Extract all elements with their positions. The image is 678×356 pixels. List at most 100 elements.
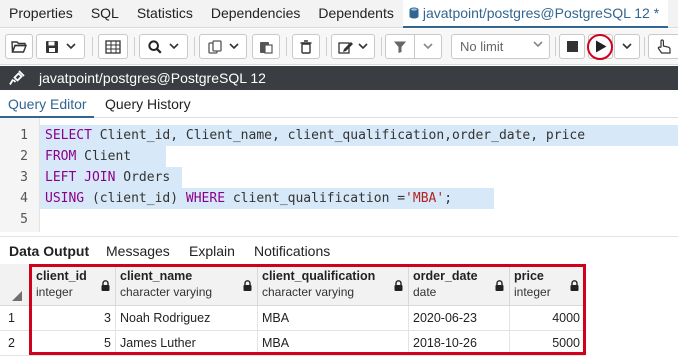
sql-text: client_qualification = bbox=[225, 191, 406, 206]
lock-icon bbox=[243, 280, 252, 291]
edit-button[interactable] bbox=[331, 34, 375, 59]
output-tab-bar: Data Output Messages Explain Notificatio… bbox=[0, 236, 678, 264]
sql-keyword: WHERE bbox=[185, 191, 226, 206]
row-number[interactable]: 2 bbox=[0, 331, 32, 356]
results-grid: client_id integer client_name character var… bbox=[0, 264, 678, 356]
code-line: USING (client_id) WHERE client_qualifica… bbox=[40, 188, 494, 209]
code-line: FROM Client bbox=[40, 146, 166, 167]
sql-text: Client_id, Client_name, client_qualifica… bbox=[91, 128, 586, 143]
row-limit-select[interactable]: No limit bbox=[451, 34, 550, 59]
column-header-order-date[interactable]: order_date date bbox=[409, 264, 510, 306]
chevron-down-icon bbox=[169, 43, 179, 50]
line-number: 2 bbox=[20, 149, 28, 164]
sql-keyword: SELECT bbox=[45, 128, 92, 143]
tab-query-tool-label: javatpoint/postgres@PostgreSQL 12 * bbox=[422, 4, 660, 21]
toolbar-divider bbox=[286, 37, 287, 56]
sql-text: (client_id) bbox=[84, 191, 186, 206]
table-cell-client-qualification[interactable]: MBA bbox=[258, 331, 409, 356]
table-cell-price[interactable]: 4000 bbox=[510, 306, 585, 331]
column-header-client-name[interactable]: client_name character varying bbox=[116, 264, 258, 306]
sql-keyword: USING bbox=[45, 191, 85, 206]
line-number: 4 bbox=[20, 191, 28, 206]
tab-sql[interactable]: SQL bbox=[82, 0, 128, 28]
connection-bar: javatpoint/postgres@PostgreSQL 12 bbox=[0, 66, 678, 90]
table-cell-order-date[interactable]: 2020-06-23 bbox=[409, 306, 510, 331]
column-header-client-qualification[interactable]: client_qualification character varying bbox=[258, 264, 409, 306]
table-cell-client-qualification[interactable]: MBA bbox=[258, 306, 409, 331]
column-name: client_qualification bbox=[262, 269, 376, 283]
filter-dropdown-button[interactable] bbox=[414, 34, 442, 59]
chevron-down-icon bbox=[358, 43, 368, 50]
table-cell-client-name[interactable]: James Luther bbox=[116, 331, 258, 356]
toolbar-divider bbox=[644, 37, 645, 56]
plug-icon bbox=[9, 70, 25, 85]
execute-highlight-ring bbox=[587, 34, 613, 60]
edit-data-button[interactable] bbox=[98, 34, 128, 59]
folder-open-icon bbox=[11, 40, 27, 53]
tab-notifications[interactable]: Notifications bbox=[254, 243, 330, 259]
save-icon bbox=[46, 40, 58, 53]
explain-button[interactable] bbox=[648, 34, 678, 59]
tab-statistics[interactable]: Statistics bbox=[128, 0, 202, 28]
delete-button[interactable] bbox=[292, 34, 320, 59]
line-number: 5 bbox=[20, 212, 28, 227]
tab-query-editor[interactable]: Query Editor bbox=[8, 96, 87, 112]
paste-icon bbox=[260, 41, 273, 54]
tab-explain[interactable]: Explain bbox=[189, 243, 235, 259]
column-header-price[interactable]: price integer bbox=[510, 264, 585, 306]
sql-text: Orders bbox=[115, 170, 171, 185]
save-file-button[interactable] bbox=[36, 34, 85, 59]
table-cell-price[interactable]: 5000 bbox=[510, 331, 585, 356]
database-icon bbox=[409, 7, 419, 18]
tab-dependents[interactable]: Dependents bbox=[309, 0, 403, 28]
row-limit-value: No limit bbox=[460, 39, 504, 54]
toolbar-divider bbox=[134, 37, 135, 56]
lock-icon bbox=[570, 280, 579, 291]
select-all-corner[interactable] bbox=[0, 264, 32, 306]
lock-icon bbox=[394, 280, 403, 291]
table-cell-order-date[interactable]: 2018-10-26 bbox=[409, 331, 510, 356]
copy-button[interactable] bbox=[199, 34, 247, 59]
line-number: 1 bbox=[20, 128, 28, 143]
sql-text: ; bbox=[444, 191, 453, 206]
table-cell-client-id[interactable]: 5 bbox=[32, 331, 116, 356]
column-name: client_name bbox=[120, 269, 193, 283]
paste-button[interactable] bbox=[252, 34, 280, 59]
toolbar-divider bbox=[92, 37, 93, 56]
sql-editor[interactable]: 1 2 3 4 5 SELECT Client_id, Client_name,… bbox=[0, 118, 678, 232]
tab-query-tool[interactable]: javatpoint/postgres@PostgreSQL 12 * bbox=[402, 0, 669, 28]
sql-text: Client bbox=[76, 149, 132, 164]
row-number[interactable]: 1 bbox=[0, 306, 32, 331]
sql-keyword: FROM bbox=[45, 149, 77, 164]
toolbar-divider bbox=[194, 37, 195, 56]
chevron-down-icon bbox=[622, 43, 632, 50]
chevron-down-icon bbox=[423, 43, 433, 50]
column-header-client-id[interactable]: client_id integer bbox=[32, 264, 116, 306]
filter-icon bbox=[394, 41, 406, 53]
tab-properties[interactable]: Properties bbox=[0, 0, 82, 28]
trash-icon bbox=[300, 39, 312, 54]
cancel-query-button[interactable] bbox=[559, 34, 585, 59]
open-file-button[interactable] bbox=[5, 34, 33, 59]
filter-button[interactable] bbox=[385, 34, 414, 59]
table-cell-client-name[interactable]: Noah Rodriguez bbox=[116, 306, 258, 331]
find-button[interactable] bbox=[139, 34, 188, 59]
stop-icon bbox=[566, 41, 578, 52]
toolbar-divider bbox=[326, 37, 327, 56]
query-toolbar: No limit bbox=[0, 29, 678, 65]
tab-dependencies[interactable]: Dependencies bbox=[202, 0, 310, 28]
table-cell-client-id[interactable]: 3 bbox=[32, 306, 116, 331]
column-type: character varying bbox=[262, 285, 355, 299]
toolbar-divider bbox=[555, 37, 556, 56]
chevron-down-icon bbox=[66, 43, 76, 50]
toolbar-divider bbox=[381, 37, 382, 56]
execute-options-button[interactable] bbox=[614, 34, 640, 59]
panel-tab-bar: Properties SQL Statistics Dependencies D… bbox=[0, 0, 678, 28]
tab-data-output[interactable]: Data Output bbox=[9, 243, 89, 259]
grid-icon bbox=[105, 39, 121, 54]
tab-query-history[interactable]: Query History bbox=[105, 96, 191, 112]
lock-icon bbox=[495, 280, 504, 291]
tab-messages[interactable]: Messages bbox=[106, 243, 170, 259]
edit-icon bbox=[338, 41, 353, 54]
chevron-down-icon bbox=[228, 43, 239, 50]
